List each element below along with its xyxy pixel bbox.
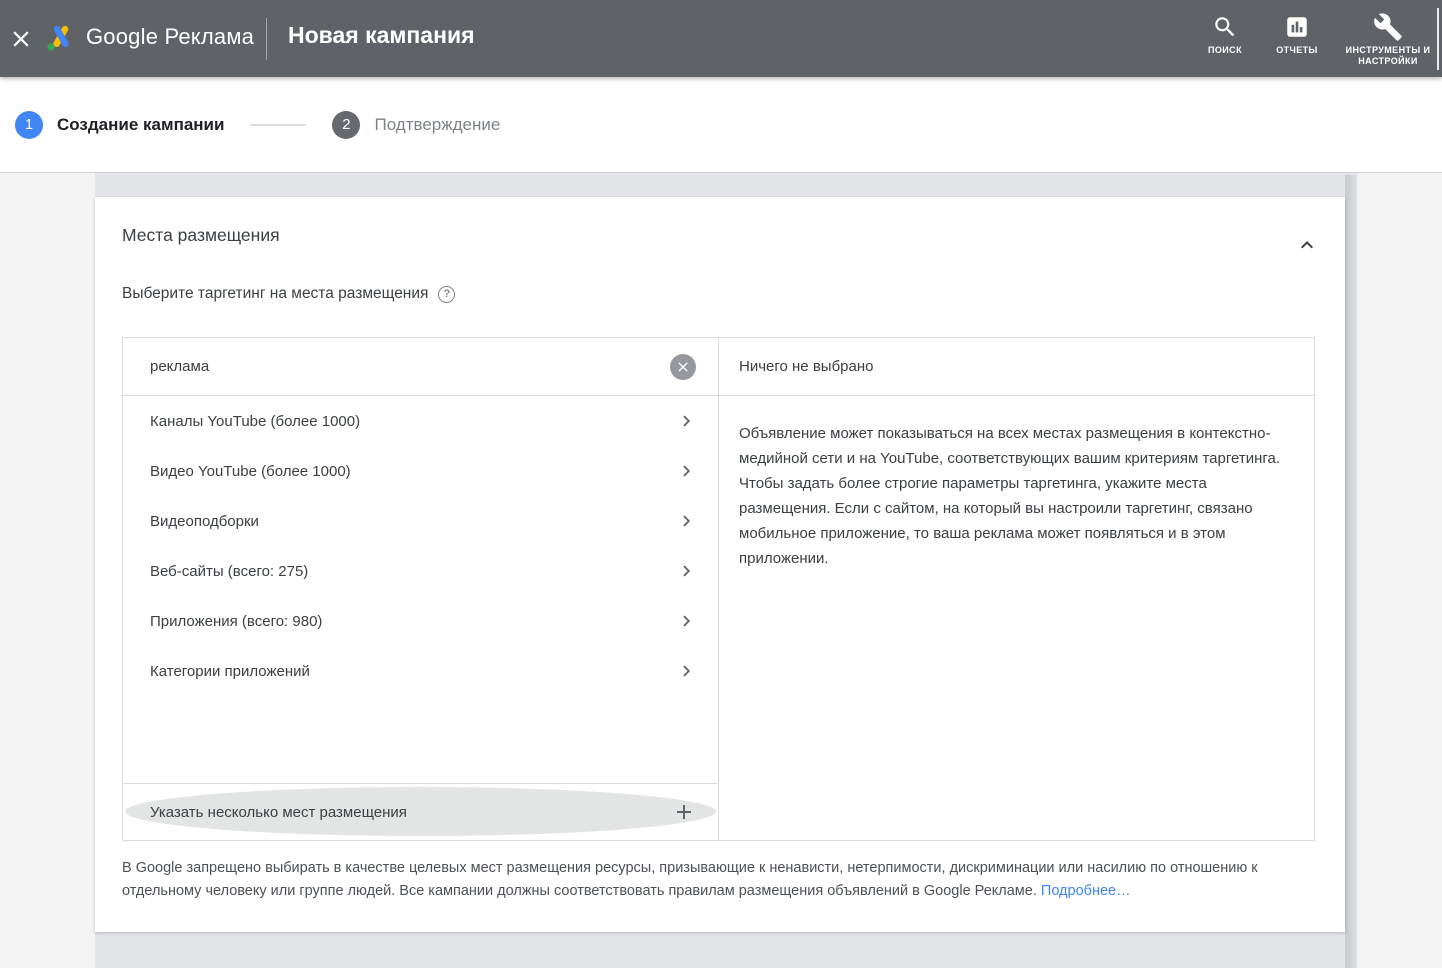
placements-card: Места размещения Выберите таргетинг на м… bbox=[95, 197, 1345, 932]
header-edge-divider bbox=[1437, 8, 1439, 70]
tools-icon bbox=[1373, 12, 1403, 42]
chevron-right-icon bbox=[676, 410, 698, 432]
category-label: Приложения (всего: 980) bbox=[150, 613, 322, 630]
placements-subtitle-row: Выберите таргетинг на места размещения ? bbox=[122, 285, 455, 303]
category-youtube-channels[interactable]: Каналы YouTube (более 1000) bbox=[123, 396, 718, 446]
step-confirmation[interactable]: 2 Подтверждение bbox=[332, 111, 500, 139]
add-multiple-placements-button[interactable]: Указать несколько мест размещения bbox=[123, 783, 718, 840]
close-icon[interactable] bbox=[8, 26, 34, 52]
category-apps[interactable]: Приложения (всего: 980) bbox=[123, 596, 718, 646]
chevron-right-icon bbox=[676, 510, 698, 532]
selection-description: Объявление может показываться на всех ме… bbox=[719, 396, 1314, 571]
chevron-right-icon bbox=[676, 660, 698, 682]
app-header: Google Реклама Новая кампания ПОИСК bbox=[0, 0, 1442, 77]
chevron-right-icon bbox=[676, 460, 698, 482]
scrollbar-track[interactable] bbox=[1345, 175, 1357, 968]
category-websites[interactable]: Веб-сайты (всего: 275) bbox=[123, 546, 718, 596]
category-label: Видеоподборки bbox=[150, 513, 259, 530]
placements-subtitle: Выберите таргетинг на места размещения bbox=[122, 285, 428, 303]
campaign-stepper: 1 Создание кампании 2 Подтверждение bbox=[0, 77, 1442, 173]
header-divider bbox=[266, 18, 267, 60]
placements-search-row bbox=[123, 338, 718, 396]
tools-settings-nav-button[interactable]: ИНСТРУМЕНТЫ И НАСТРОЙКИ bbox=[1340, 12, 1436, 67]
placements-section-title: Места размещения bbox=[122, 225, 280, 246]
step-2-label: Подтверждение bbox=[374, 115, 500, 135]
tools-nav-label: ИНСТРУМЕНТЫ И НАСТРОЙКИ bbox=[1340, 45, 1436, 67]
category-youtube-videos[interactable]: Видео YouTube (более 1000) bbox=[123, 446, 718, 496]
step-1-label: Создание кампании bbox=[57, 115, 224, 135]
plus-icon bbox=[672, 800, 696, 824]
page-title: Новая кампания bbox=[288, 22, 475, 49]
step-connector bbox=[250, 124, 306, 126]
search-nav-label: ПОИСК bbox=[1208, 45, 1242, 56]
header-nav: ПОИСК ОТЧЕТЫ ИНСТРУМЕНТЫ И НАСТРОЙК bbox=[1196, 0, 1436, 77]
selection-header: Ничего не выбрано bbox=[739, 358, 873, 375]
selection-header-row: Ничего не выбрано bbox=[719, 338, 1314, 396]
category-video-lineups[interactable]: Видеоподборки bbox=[123, 496, 718, 546]
chevron-right-icon bbox=[676, 560, 698, 582]
category-label: Видео YouTube (более 1000) bbox=[150, 463, 351, 480]
search-icon bbox=[1212, 12, 1238, 42]
brand-name: Google Реклама bbox=[86, 24, 254, 50]
reports-nav-button[interactable]: ОТЧЕТЫ bbox=[1268, 12, 1326, 56]
policy-disclaimer: В Google запрещено выбирать в качестве ц… bbox=[122, 857, 1316, 903]
reports-icon bbox=[1284, 12, 1310, 42]
clear-search-icon[interactable] bbox=[670, 354, 696, 380]
learn-more-link[interactable]: Подробнее… bbox=[1041, 883, 1131, 899]
category-label: Веб-сайты (всего: 275) bbox=[150, 563, 308, 580]
google-ads-new-campaign-page: Google Реклама Новая кампания ПОИСК bbox=[0, 0, 1442, 968]
google-ads-logo-icon[interactable] bbox=[44, 22, 78, 56]
add-multiple-placements-label: Указать несколько мест размещения bbox=[150, 804, 407, 821]
placements-search-input[interactable] bbox=[150, 358, 670, 375]
category-label: Каналы YouTube (более 1000) bbox=[150, 413, 360, 430]
help-icon[interactable]: ? bbox=[438, 286, 455, 303]
search-nav-button[interactable]: ПОИСК bbox=[1196, 12, 1254, 56]
step-create-campaign[interactable]: 1 Создание кампании bbox=[15, 111, 224, 139]
placements-picker-panel: Каналы YouTube (более 1000) Видео YouTub… bbox=[122, 337, 1315, 841]
collapse-section-button[interactable] bbox=[1295, 233, 1319, 257]
category-app-categories[interactable]: Категории приложений bbox=[123, 646, 718, 696]
category-label: Категории приложений bbox=[150, 663, 310, 680]
step-1-circle: 1 bbox=[15, 111, 43, 139]
reports-nav-label: ОТЧЕТЫ bbox=[1276, 45, 1318, 56]
placements-picker-left-column: Каналы YouTube (более 1000) Видео YouTub… bbox=[123, 338, 719, 840]
chevron-right-icon bbox=[676, 610, 698, 632]
placements-selection-column: Ничего не выбрано Объявление может показ… bbox=[719, 338, 1314, 840]
step-2-circle: 2 bbox=[332, 111, 360, 139]
